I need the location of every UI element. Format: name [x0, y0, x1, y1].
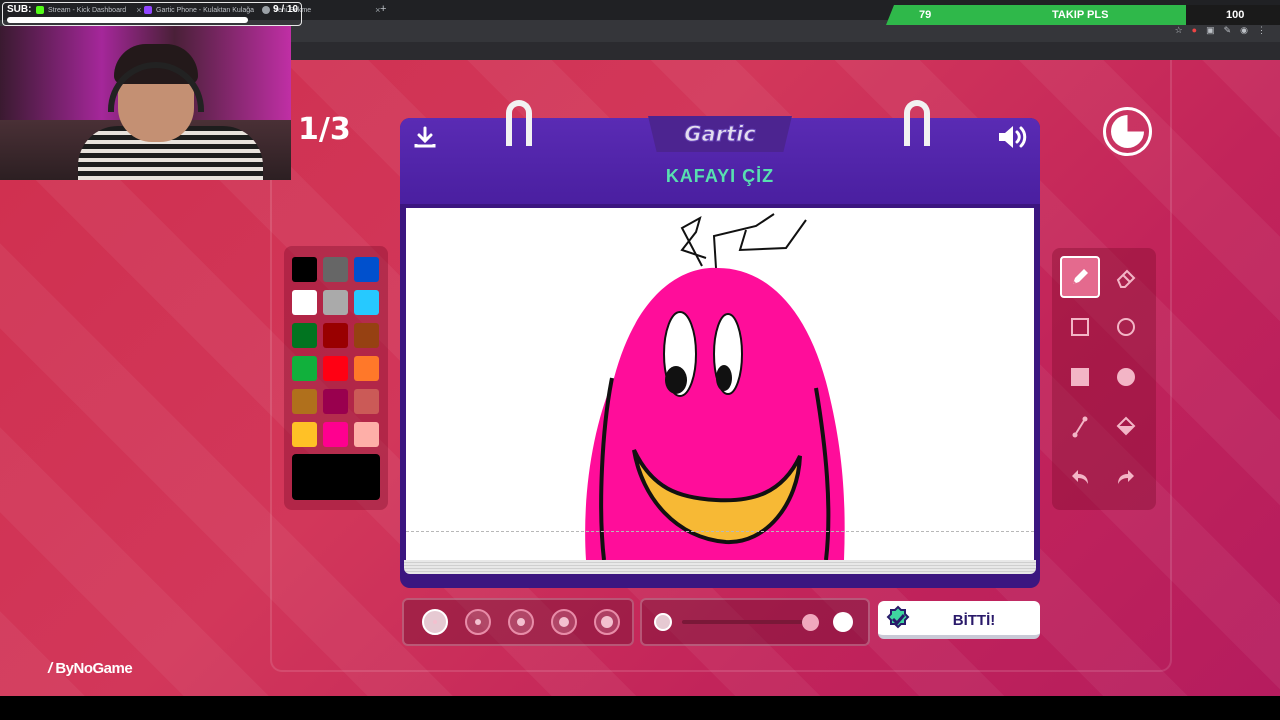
color-swatch[interactable]	[292, 356, 317, 381]
canvas-guide-line	[406, 531, 1034, 532]
notebook-pages	[404, 560, 1036, 574]
rect-outline-icon[interactable]	[1060, 306, 1100, 348]
pen-icon[interactable]: ✎	[1224, 25, 1232, 36]
extension-icon[interactable]: ●	[1192, 25, 1197, 36]
sub-goal-bar: SUB: 9 / 10	[2, 2, 302, 26]
screen: Stream - Kick Dashboard × Gartic Phone -…	[0, 0, 1280, 720]
notebook-ring	[904, 100, 930, 146]
menu-icon[interactable]: ⋮	[1257, 25, 1266, 36]
brush-size-option[interactable]	[508, 609, 534, 635]
color-swatch[interactable]	[292, 290, 317, 315]
pencil-icon[interactable]	[1060, 256, 1100, 298]
brush-size-option[interactable]	[422, 609, 448, 635]
color-swatch[interactable]	[354, 323, 379, 348]
color-swatch[interactable]	[292, 323, 317, 348]
star-icon[interactable]: ☆	[1175, 25, 1183, 36]
color-swatch[interactable]	[323, 356, 348, 381]
fill-bucket-icon[interactable]	[1106, 406, 1146, 448]
task-prompt: KAFAYI ÇİZ	[665, 166, 775, 186]
channel-watermark: / ByNoGame	[48, 660, 133, 677]
tool-panel	[1052, 248, 1156, 510]
brush-dot-icon	[601, 616, 613, 628]
color-swatch[interactable]	[323, 323, 348, 348]
volume-icon[interactable]	[996, 122, 1030, 152]
redo-icon[interactable]	[1106, 456, 1146, 498]
brush-size-option[interactable]	[465, 609, 491, 635]
follow-goal-current: 79	[919, 9, 932, 21]
profile-icon[interactable]: ◉	[1240, 25, 1248, 36]
current-color	[292, 454, 380, 500]
done-button-label[interactable]: BİTTİ!	[912, 612, 1036, 629]
gartic-logo: Gartic	[684, 122, 756, 147]
download-icon[interactable]	[412, 124, 438, 150]
browser-toolbar-icons: ☆ ● ▣ ✎ ◉ ⋮	[1175, 25, 1266, 36]
follow-goal-bar	[886, 5, 1196, 25]
line-icon[interactable]	[1060, 406, 1100, 448]
brush-dot-icon	[559, 617, 569, 627]
notebook-ring	[506, 100, 532, 146]
color-swatch[interactable]	[323, 257, 348, 282]
color-swatch[interactable]	[323, 290, 348, 315]
color-swatch[interactable]	[292, 257, 317, 282]
letterbox-bottom	[0, 696, 1280, 720]
eraser-icon[interactable]	[1106, 256, 1146, 298]
new-tab-button[interactable]: +	[380, 3, 386, 15]
puzzle-icon[interactable]: ▣	[1206, 25, 1215, 36]
opacity-slider[interactable]	[682, 620, 818, 624]
color-swatch[interactable]	[323, 422, 348, 447]
color-swatch[interactable]	[292, 422, 317, 447]
circle-filled-icon[interactable]	[1106, 356, 1146, 398]
brush-size-option[interactable]	[594, 609, 620, 635]
brush-dot-icon	[433, 620, 437, 624]
follow-goal-target: 100	[1226, 9, 1245, 21]
color-swatch[interactable]	[354, 290, 379, 315]
watermark-text: ByNoGame	[55, 660, 133, 677]
color-swatch[interactable]	[354, 422, 379, 447]
undo-icon[interactable]	[1060, 456, 1100, 498]
color-swatch[interactable]	[354, 356, 379, 381]
webcam-feed	[0, 26, 291, 180]
color-swatch[interactable]	[323, 389, 348, 414]
timer-icon	[1103, 107, 1152, 156]
sub-goal-progress	[7, 17, 249, 23]
check-icon	[884, 605, 912, 633]
opacity-low-icon	[654, 613, 672, 631]
circle-outline-icon[interactable]	[1106, 306, 1146, 348]
opacity-high-icon	[833, 612, 853, 632]
follow-goal-label: TAKIP PLS	[1052, 9, 1109, 21]
brush-size-option[interactable]	[551, 609, 577, 635]
drawing-monster	[585, 213, 845, 560]
color-swatch[interactable]	[354, 389, 379, 414]
sub-goal-count: 9 / 10	[273, 4, 299, 15]
sub-goal-label: SUB:	[7, 4, 32, 15]
drawing-canvas[interactable]	[406, 208, 1034, 560]
color-swatch[interactable]	[354, 257, 379, 282]
brush-dot-icon	[475, 619, 481, 625]
brush-dot-icon	[517, 618, 525, 626]
round-counter: 1/3	[298, 112, 351, 147]
color-swatch[interactable]	[292, 389, 317, 414]
timer-fill	[1111, 115, 1144, 148]
rect-filled-icon[interactable]	[1060, 356, 1100, 398]
